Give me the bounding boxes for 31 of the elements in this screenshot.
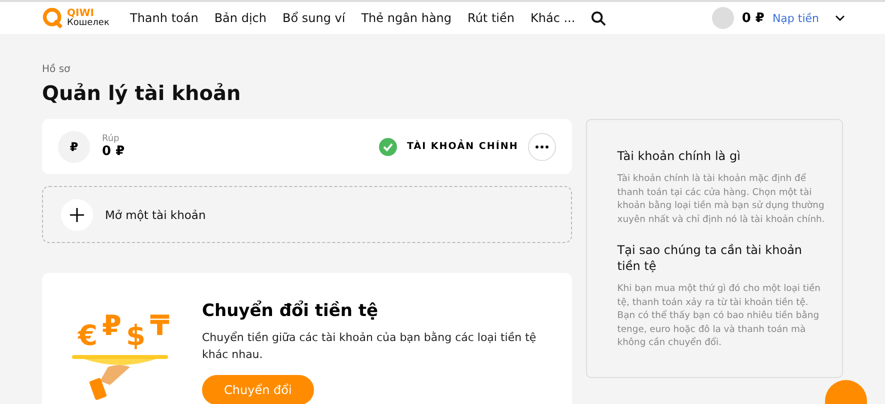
currency-symbol: ₽ [58, 130, 90, 162]
nav-link[interactable]: Thanh toán [130, 11, 198, 25]
chevron-down-icon[interactable] [835, 15, 845, 21]
logo-wordmark: QIWI [67, 8, 95, 18]
info-text: Tài khoản chính là tài khoản mặc định để thanh toán tại các cửa hàng. Chọn một tài khoản bằng loại tiền mà bạn sử dụng thường xuyên nhất và chỉ định nó là tài khoản chính. [617, 172, 826, 226]
top-up-link[interactable]: Nạp tiền [772, 12, 819, 24]
nav-link[interactable]: Thẻ ngân hàng [361, 11, 452, 25]
convert-title: Chuyển đổi tiền tệ [202, 301, 380, 321]
info-heading: Tài khoản chính là gì [617, 148, 742, 164]
more-icon [535, 144, 550, 148]
info-heading: Tại sao chúng ta cần tài khoản tiền tệ [617, 242, 804, 274]
page-title: Quản lý tài khoản [42, 81, 242, 105]
nav-link[interactable]: Bản dịch [214, 11, 266, 25]
plus-icon [61, 198, 93, 230]
convert-description: Chuyển tiền giữa các tài khoản của bạn bằng các loại tiền tệ khác nhau. [202, 330, 538, 363]
search-icon[interactable] [591, 10, 606, 26]
info-text: Khi bạn mua một thứ gì đó cho một loại tiền tệ, thanh toán xảy ra từ tài khoản tiền tệ. Bạn có thể thấy bạn có bao nhiêu tiền bằng tenge, euro hoặc đô la và thanh toán mà không cần chuyển đổi. [617, 282, 822, 350]
balance-amount: 0 ₽ [742, 10, 764, 26]
more-options-button[interactable] [528, 132, 556, 160]
nav-link[interactable]: Rút tiền [468, 11, 514, 25]
open-account-button[interactable]: Mở một tài khoản [42, 186, 572, 243]
nav-link[interactable]: Bổ sung ví [282, 11, 346, 25]
logo-subtitle: Кошелек [67, 18, 110, 28]
currency-tray-drawing: € ₽ $ ₸ [70, 305, 180, 404]
breadcrumb-link[interactable]: Hồ sơ [42, 64, 843, 75]
nav-link[interactable]: Khác ... [530, 11, 576, 25]
account-card[interactable]: ₽ Rúp 0 ₽ TÀI KHOẢN CHÍNH [42, 119, 572, 174]
account-balance: 0 ₽ [102, 144, 126, 159]
account-currency: Rúp [102, 134, 120, 144]
main-account-label: TÀI KHOẢN CHÍNH [406, 141, 518, 152]
logo-icon [42, 7, 64, 29]
